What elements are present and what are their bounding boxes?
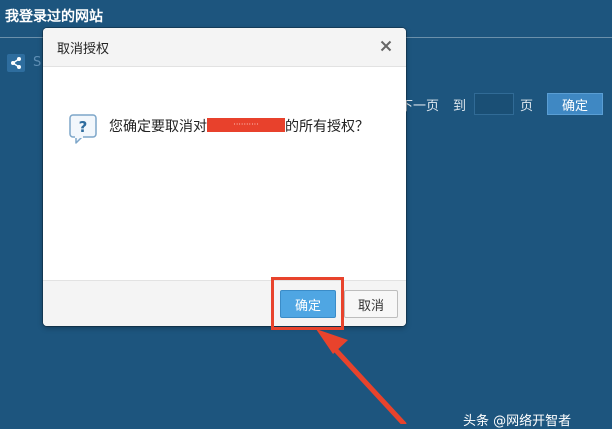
share-icon[interactable] [7, 54, 25, 72]
dialog-footer: 确定 取消 [43, 280, 406, 326]
pager-confirm-button[interactable]: 确定 [547, 93, 604, 115]
cancel-button[interactable]: 取消 [344, 290, 398, 318]
dialog-body: ? 您确定要取消对 ·········· 的所有授权？ [43, 67, 406, 280]
page-number-input[interactable] [474, 93, 515, 115]
redacted-site-name: ·········· [207, 118, 285, 132]
pagination: 下一页 到 页 确定 [400, 92, 604, 116]
message-text-after: 的所有授权？ [285, 119, 369, 135]
message-text-before: 您确定要取消对 [109, 119, 207, 135]
dialog-header: 取消授权 [43, 28, 406, 67]
share-label: S [33, 55, 42, 70]
confirm-button[interactable]: 确定 [280, 290, 336, 318]
revoke-authorization-dialog: 取消授权 ? 您确定要取消对 ·········· 的所有授权？ 确定 取消 [43, 28, 406, 326]
dialog-close-button[interactable] [374, 34, 398, 58]
question-icon: ? [69, 114, 97, 144]
page-unit-label: 页 [520, 98, 534, 114]
close-icon [380, 40, 392, 52]
svg-text:?: ? [79, 118, 88, 136]
dialog-message: 您确定要取消对 ·········· 的所有授权？ [109, 115, 391, 139]
page-title: 我登录过的网站 [5, 9, 103, 25]
dialog-title: 取消授权 [57, 42, 110, 57]
goto-label: 到 [453, 98, 467, 114]
watermark: 头条 @网络开智者 [463, 414, 572, 429]
